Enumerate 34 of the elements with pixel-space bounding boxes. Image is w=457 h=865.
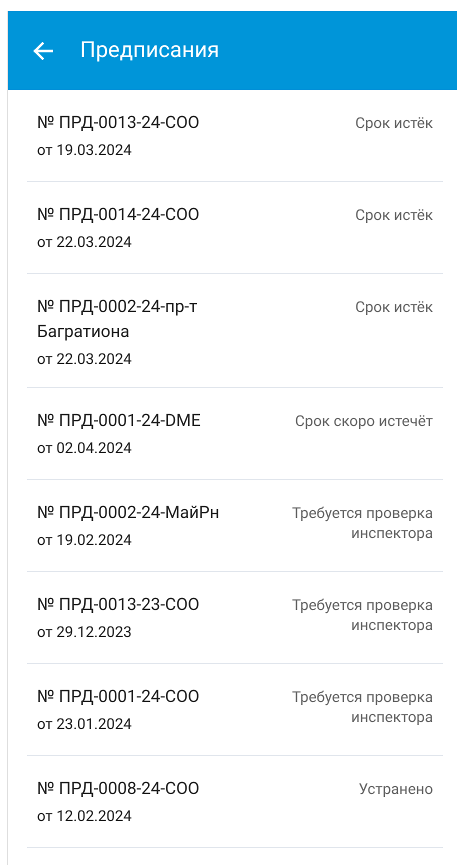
order-number: № ПРД-0013-24-СОО bbox=[37, 112, 200, 135]
order-number: № ПРД-0002-24-МайРн bbox=[37, 502, 220, 525]
back-arrow-icon[interactable] bbox=[33, 42, 53, 60]
order-date: от 22.03.2024 bbox=[37, 232, 133, 253]
screen-title: Предписания bbox=[80, 38, 220, 63]
order-number: № ПРД-0001-24-СОО bbox=[37, 686, 200, 709]
status-text: Срок истёк bbox=[354, 205, 433, 226]
order-number: № ПРД-0008-24-СОО bbox=[37, 778, 200, 801]
list-item[interactable]: № ПРД-0001-24-DME от 02.04.2024 Срок скоро истечёт bbox=[27, 388, 443, 480]
status-text: Срок истёк bbox=[354, 297, 433, 318]
order-date: от 22.03.2024 bbox=[37, 349, 133, 370]
order-number: № ПРД-0002-24-пр-т Багратиона bbox=[37, 296, 198, 344]
list-item[interactable]: № ПРД-0008-24-СОО от 12.02.2024 Устранено bbox=[27, 756, 443, 848]
list-item[interactable]: № ПРД-0001-24-СОО от 23.01.2024 Требуется проверка инспектора bbox=[27, 664, 443, 756]
status-text: Срок скоро истечёт bbox=[294, 411, 433, 432]
list-item[interactable]: № ПРД-0013-24-СОО от 19.03.2024 Срок истёк bbox=[27, 90, 443, 182]
status-text: Требуется проверка инспектора bbox=[291, 503, 433, 544]
status-text: Устранено bbox=[358, 779, 433, 800]
order-number: № ПРД-0001-24-DME bbox=[37, 410, 202, 433]
status-text: Требуется проверка инспектора bbox=[291, 595, 433, 636]
order-date: от 02.04.2024 bbox=[37, 438, 133, 459]
order-date: от 19.02.2024 bbox=[37, 530, 133, 551]
list-item[interactable]: № ПРД-0014-24-СОО от 22.03.2024 Срок истёк bbox=[27, 182, 443, 274]
list-item[interactable]: № ПРД-0002-24-МайРн от 19.02.2024 Требуется проверка инспектора bbox=[27, 480, 443, 572]
order-number: № ПРД-0013-23-СОО bbox=[37, 594, 200, 617]
order-date: от 23.01.2024 bbox=[37, 714, 133, 735]
order-date: от 19.03.2024 bbox=[37, 140, 133, 161]
list-item[interactable]: № ПРД-0002-24-пр-т Багратиона от 22.03.2024 Срок истёк bbox=[27, 274, 443, 388]
order-date: от 29.12.2023 bbox=[37, 622, 133, 643]
status-text: Срок истёк bbox=[354, 113, 433, 134]
order-date: от 12.02.2024 bbox=[37, 806, 133, 827]
list-item[interactable]: № ПРД-0013-23-СОО от 29.12.2023 Требуется проверка инспектора bbox=[27, 572, 443, 664]
status-text: Требуется проверка инспектора bbox=[291, 687, 433, 728]
order-number: № ПРД-0014-24-СОО bbox=[37, 204, 200, 227]
